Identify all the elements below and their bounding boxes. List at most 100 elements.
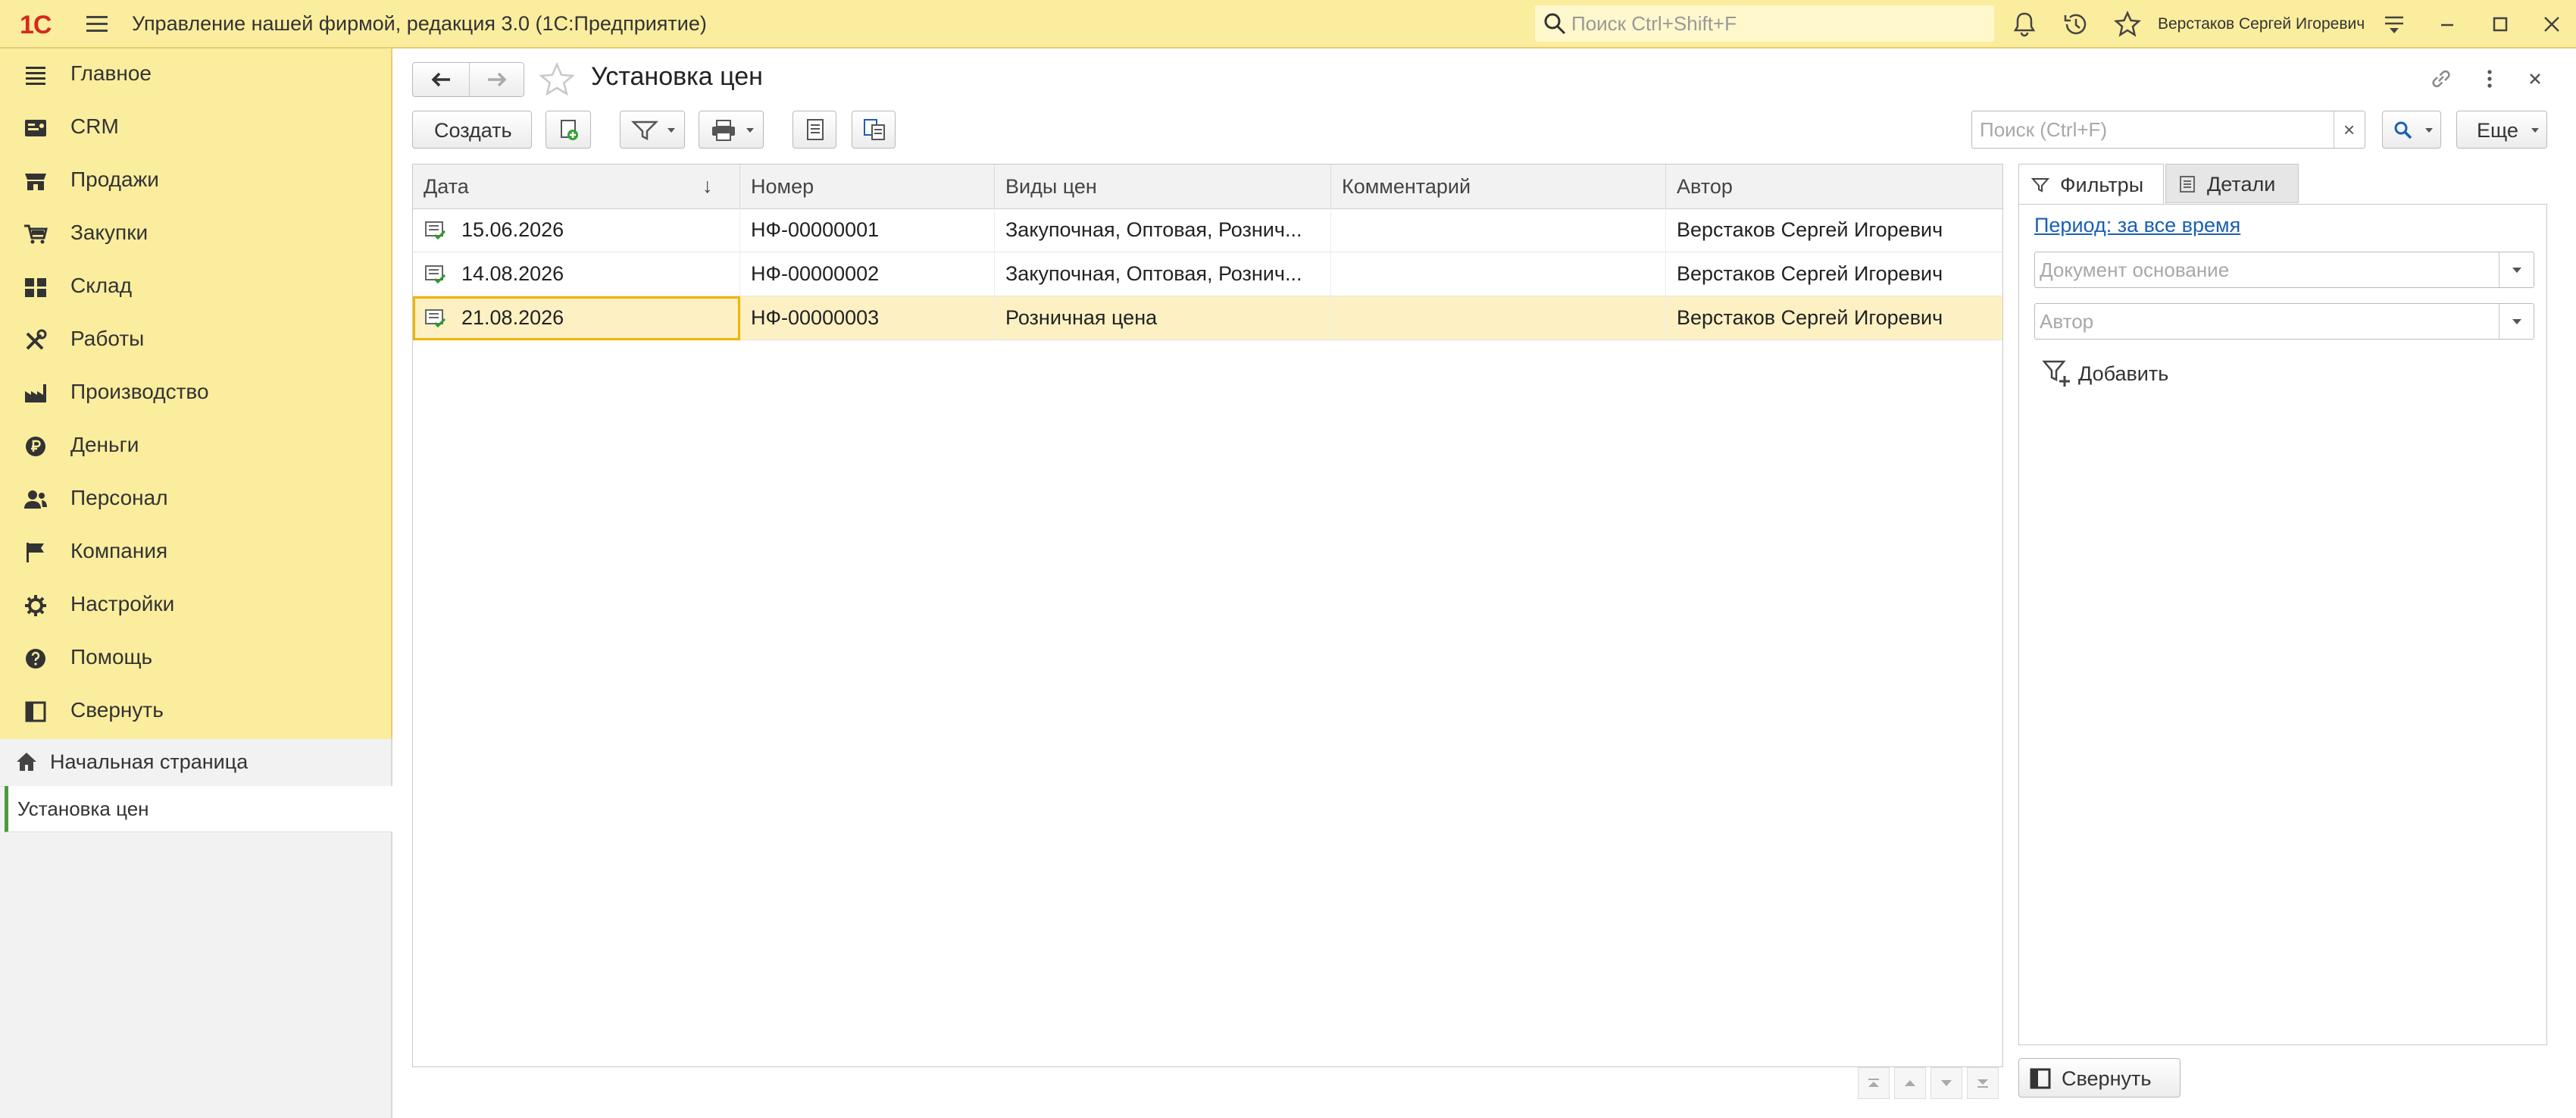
- basis-document-field[interactable]: [2034, 252, 2534, 288]
- search-options-button[interactable]: [2382, 111, 2441, 149]
- section-production[interactable]: Производство: [0, 367, 391, 420]
- column-header-date[interactable]: Дата ↓: [413, 164, 740, 208]
- add-filter-button[interactable]: Добавить: [2042, 356, 2193, 390]
- favorites-star-icon[interactable]: [2112, 9, 2143, 39]
- bell-icon[interactable]: [2009, 9, 2040, 39]
- column-header-author[interactable]: Автор: [1666, 164, 2002, 208]
- section-label: Деньги: [70, 433, 139, 456]
- cell-author[interactable]: Верстаков Сергей Игоревич: [1666, 252, 2002, 296]
- section-label: Склад: [70, 274, 133, 297]
- cell-price-types[interactable]: Закупочная, Оптовая, Рознич...: [995, 252, 1331, 296]
- number-value: НФ-00000002: [751, 262, 880, 285]
- flag-icon: [27, 543, 44, 562]
- collapse-sections-button[interactable]: Свернуть: [0, 685, 391, 738]
- create-button[interactable]: Создать: [412, 111, 532, 149]
- details-icon: [2180, 176, 2195, 193]
- section-sales[interactable]: Продажи: [0, 155, 391, 208]
- scroll-to-top-button[interactable]: [1858, 1067, 1890, 1099]
- section-money[interactable]: Деньги: [0, 420, 391, 473]
- author-dropdown-button[interactable]: [2499, 304, 2534, 339]
- table-row[interactable]: 15.06.2026 НФ-00000001 Закупочная, Оптов…: [413, 208, 2002, 252]
- global-search[interactable]: [1535, 5, 1994, 42]
- section-purchases[interactable]: Закупки: [0, 208, 391, 261]
- cell-date[interactable]: 15.06.2026: [413, 208, 740, 252]
- section-help[interactable]: Помощь: [0, 632, 391, 685]
- home-page-link[interactable]: Начальная страница: [0, 739, 391, 787]
- section-personnel[interactable]: Персонал: [0, 473, 391, 526]
- table-row-selected[interactable]: 21.08.2026 НФ-00000003 Розничная цена Ве…: [413, 296, 2002, 340]
- scroll-up-button[interactable]: [1894, 1067, 1926, 1099]
- column-label: Виды цен: [1005, 175, 1097, 198]
- user-name[interactable]: Верстаков Сергей Игоревич: [2158, 15, 2365, 33]
- document-journal-button[interactable]: [792, 111, 836, 149]
- structure-button[interactable]: [852, 111, 896, 149]
- cell-number[interactable]: НФ-00000002: [740, 252, 995, 296]
- cell-number[interactable]: НФ-00000003: [740, 296, 995, 340]
- section-label: Работы: [70, 327, 145, 350]
- minimize-icon[interactable]: [2432, 9, 2462, 39]
- filters-panel: Период: за все время Добавить: [2018, 204, 2547, 1045]
- cell-price-types[interactable]: Закупочная, Оптовая, Рознич...: [995, 208, 1331, 252]
- close-window-icon[interactable]: [2537, 9, 2567, 39]
- history-icon[interactable]: [2061, 9, 2091, 39]
- global-search-input[interactable]: [1571, 5, 1980, 42]
- section-crm[interactable]: CRM: [0, 102, 391, 155]
- tab-filters[interactable]: Фильтры: [2018, 164, 2164, 205]
- app-logo: 1С: [20, 11, 52, 39]
- column-header-number[interactable]: Номер: [740, 164, 995, 208]
- more-actions-button[interactable]: Еще: [2456, 111, 2547, 149]
- number-value: НФ-00000001: [751, 218, 880, 241]
- cell-author[interactable]: Верстаков Сергей Игоревич: [1666, 296, 2002, 340]
- cell-price-types[interactable]: Розничная цена: [995, 296, 1331, 340]
- more-vertical-icon[interactable]: [2476, 65, 2503, 92]
- back-button[interactable]: [413, 63, 470, 96]
- close-form-icon[interactable]: [2521, 65, 2549, 92]
- filter-icon: [2031, 178, 2049, 193]
- section-label: Главное: [70, 61, 152, 85]
- cell-comment[interactable]: [1331, 208, 1666, 252]
- table-row[interactable]: 14.08.2026 НФ-00000002 Закупочная, Оптов…: [413, 252, 2002, 296]
- link-icon[interactable]: [2428, 65, 2455, 92]
- basis-document-input[interactable]: [2040, 252, 2494, 287]
- clear-search-button[interactable]: ×: [2334, 111, 2365, 148]
- section-works[interactable]: Работы: [0, 314, 391, 367]
- section-company[interactable]: Компания: [0, 526, 391, 579]
- copy-button[interactable]: [546, 111, 591, 149]
- filter-button[interactable]: [620, 111, 685, 149]
- cell-comment[interactable]: [1331, 296, 1666, 340]
- author-field[interactable]: [2034, 303, 2534, 340]
- cell-author[interactable]: Верстаков Сергей Игоревич: [1666, 208, 2002, 252]
- favorite-star-icon[interactable]: [538, 61, 576, 99]
- cell-number[interactable]: НФ-00000001: [740, 208, 995, 252]
- print-button[interactable]: [699, 111, 764, 149]
- cell-date-current[interactable]: 21.08.2026: [413, 296, 740, 340]
- open-window-item[interactable]: Установка цен: [5, 786, 395, 832]
- maximize-icon[interactable]: [2485, 9, 2515, 39]
- section-main[interactable]: Главное: [0, 49, 391, 102]
- period-link[interactable]: Период: за все время: [2034, 214, 2240, 237]
- scroll-down-button[interactable]: [1930, 1067, 1962, 1099]
- title-bar: 1С Управление нашей фирмой, редакция 3.0…: [0, 0, 2576, 49]
- list-search-field[interactable]: ×: [1971, 111, 2365, 149]
- documents-table[interactable]: Дата ↓ Номер Виды цен Комментарий Автор …: [412, 164, 2003, 1067]
- add-filter-label: Добавить: [2078, 362, 2169, 385]
- author-input[interactable]: [2040, 304, 2494, 339]
- main-menu-button[interactable]: [82, 11, 112, 38]
- section-settings[interactable]: Настройки: [0, 579, 391, 632]
- tab-details[interactable]: Детали: [2165, 164, 2299, 203]
- cell-comment[interactable]: [1331, 252, 1666, 296]
- cell-date[interactable]: 14.08.2026: [413, 252, 740, 296]
- chevron-down-icon: [2425, 128, 2433, 133]
- basis-dropdown-button[interactable]: [2499, 252, 2534, 287]
- forward-button[interactable]: [469, 63, 524, 96]
- collapse-panel-button[interactable]: Свернуть: [2018, 1058, 2181, 1098]
- section-warehouse[interactable]: Склад: [0, 261, 391, 314]
- scroll-to-bottom-button[interactable]: [1967, 1067, 1999, 1099]
- section-label: Помощь: [70, 645, 153, 669]
- column-header-price-types[interactable]: Виды цен: [995, 164, 1331, 208]
- list-search-input[interactable]: [1980, 111, 2328, 148]
- create-button-label: Создать: [434, 119, 512, 142]
- column-header-comment[interactable]: Комментарий: [1331, 164, 1666, 208]
- posted-document-icon: [425, 309, 446, 328]
- settings-menu-icon[interactable]: [2379, 9, 2409, 39]
